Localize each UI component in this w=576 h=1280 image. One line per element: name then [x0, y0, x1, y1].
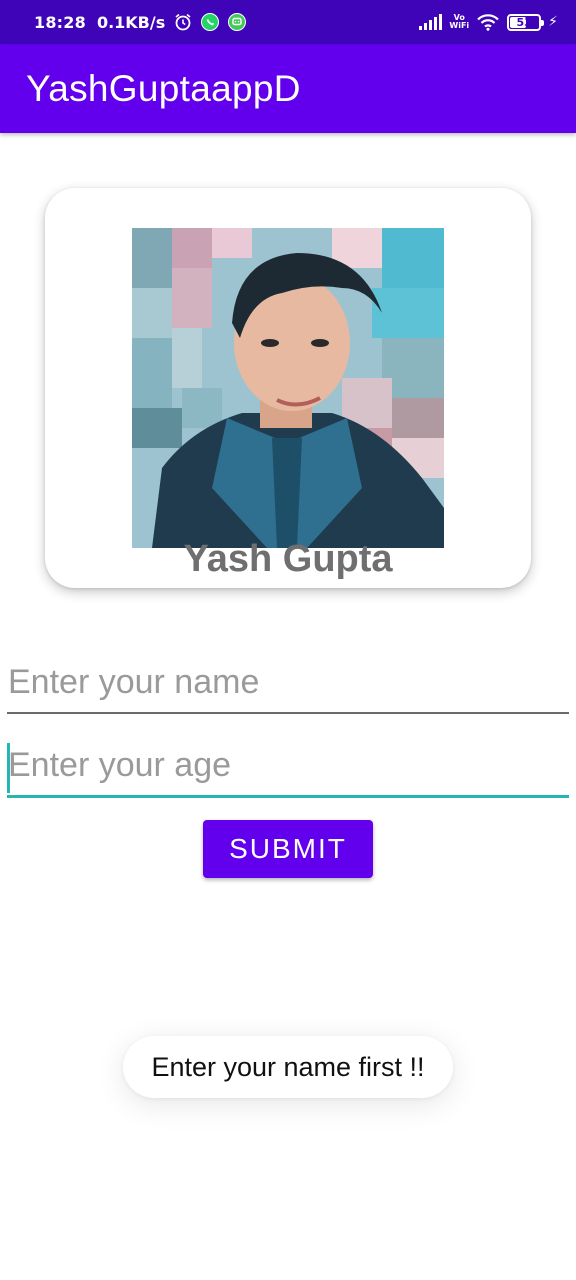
age-input[interactable] [7, 736, 569, 798]
status-left: 18:28 0.1KB/s [34, 12, 247, 32]
whatsapp-icon [201, 13, 220, 31]
network-speed: 0.1KB/s [96, 12, 166, 32]
status-right: Vo WiFi 53 ⚡ [419, 13, 558, 31]
vowifi-bottom: WiFi [449, 21, 470, 30]
battery-level: 53 [516, 15, 532, 29]
alarm-icon [174, 13, 192, 31]
battery-icon: 53 [507, 13, 545, 31]
charging-icon: ⚡ [548, 14, 558, 30]
app-bar: YashGuptaappD [0, 44, 576, 133]
status-time: 18:28 [34, 12, 86, 32]
profile-photo [132, 228, 444, 548]
status-bar: 18:28 0.1KB/s Vo WiFi 53 ⚡ [0, 0, 576, 44]
message-icon [228, 13, 247, 31]
vowifi-icon: Vo WiFi [449, 14, 469, 30]
name-input[interactable] [7, 652, 569, 714]
toast-text: Enter your name first !! [151, 1051, 425, 1082]
app-title: YashGuptaappD [26, 67, 301, 109]
profile-name: Yash Gupta [183, 538, 393, 580]
toast-message: Enter your name first !! [123, 1036, 453, 1098]
text-cursor [7, 743, 10, 793]
profile-card: Yash Gupta [45, 188, 531, 588]
wifi-icon [476, 13, 500, 31]
signal-icon [419, 14, 443, 30]
submit-button[interactable]: SUBMIT [203, 820, 373, 878]
